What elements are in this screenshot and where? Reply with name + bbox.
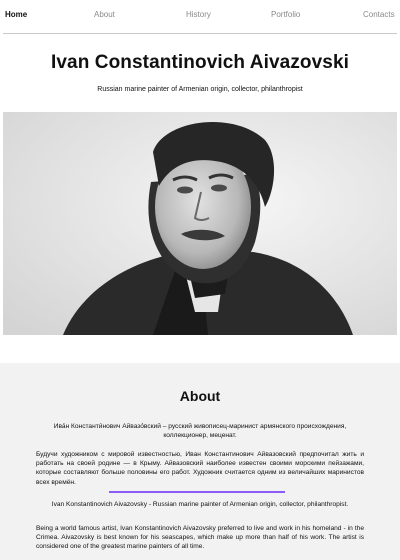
nav-divider xyxy=(3,33,397,34)
nav-home-link[interactable]: Home xyxy=(5,10,27,19)
page-subtitle: Russian marine painter of Armenian origi… xyxy=(97,86,303,93)
top-nav: Home About History Portfolio Contacts xyxy=(0,0,400,34)
portrait-image xyxy=(3,112,397,335)
about-en-body: Being a world famous artist, Ivan Konsta… xyxy=(36,525,364,551)
about-ru-intro: Ива́н Константи́нович Айвазо́вский – рус… xyxy=(53,423,347,440)
about-section: About Ива́н Константи́нович Айвазо́вский… xyxy=(0,363,400,560)
nav-about-link[interactable]: About xyxy=(94,10,115,19)
accent-divider xyxy=(109,491,285,493)
page-title: Ivan Constantinovich Aivazovski xyxy=(50,52,350,73)
about-ru-body: Будучи художником с мировой известностью… xyxy=(36,451,364,486)
nav-contacts-link[interactable]: Contacts xyxy=(363,10,395,19)
about-en-intro: Ivan Konstantinovich Aivazovsky - Russia… xyxy=(51,501,349,508)
nav-portfolio-link[interactable]: Portfolio xyxy=(271,10,300,19)
nav-history-link[interactable]: History xyxy=(186,10,211,19)
about-heading: About xyxy=(179,388,221,404)
